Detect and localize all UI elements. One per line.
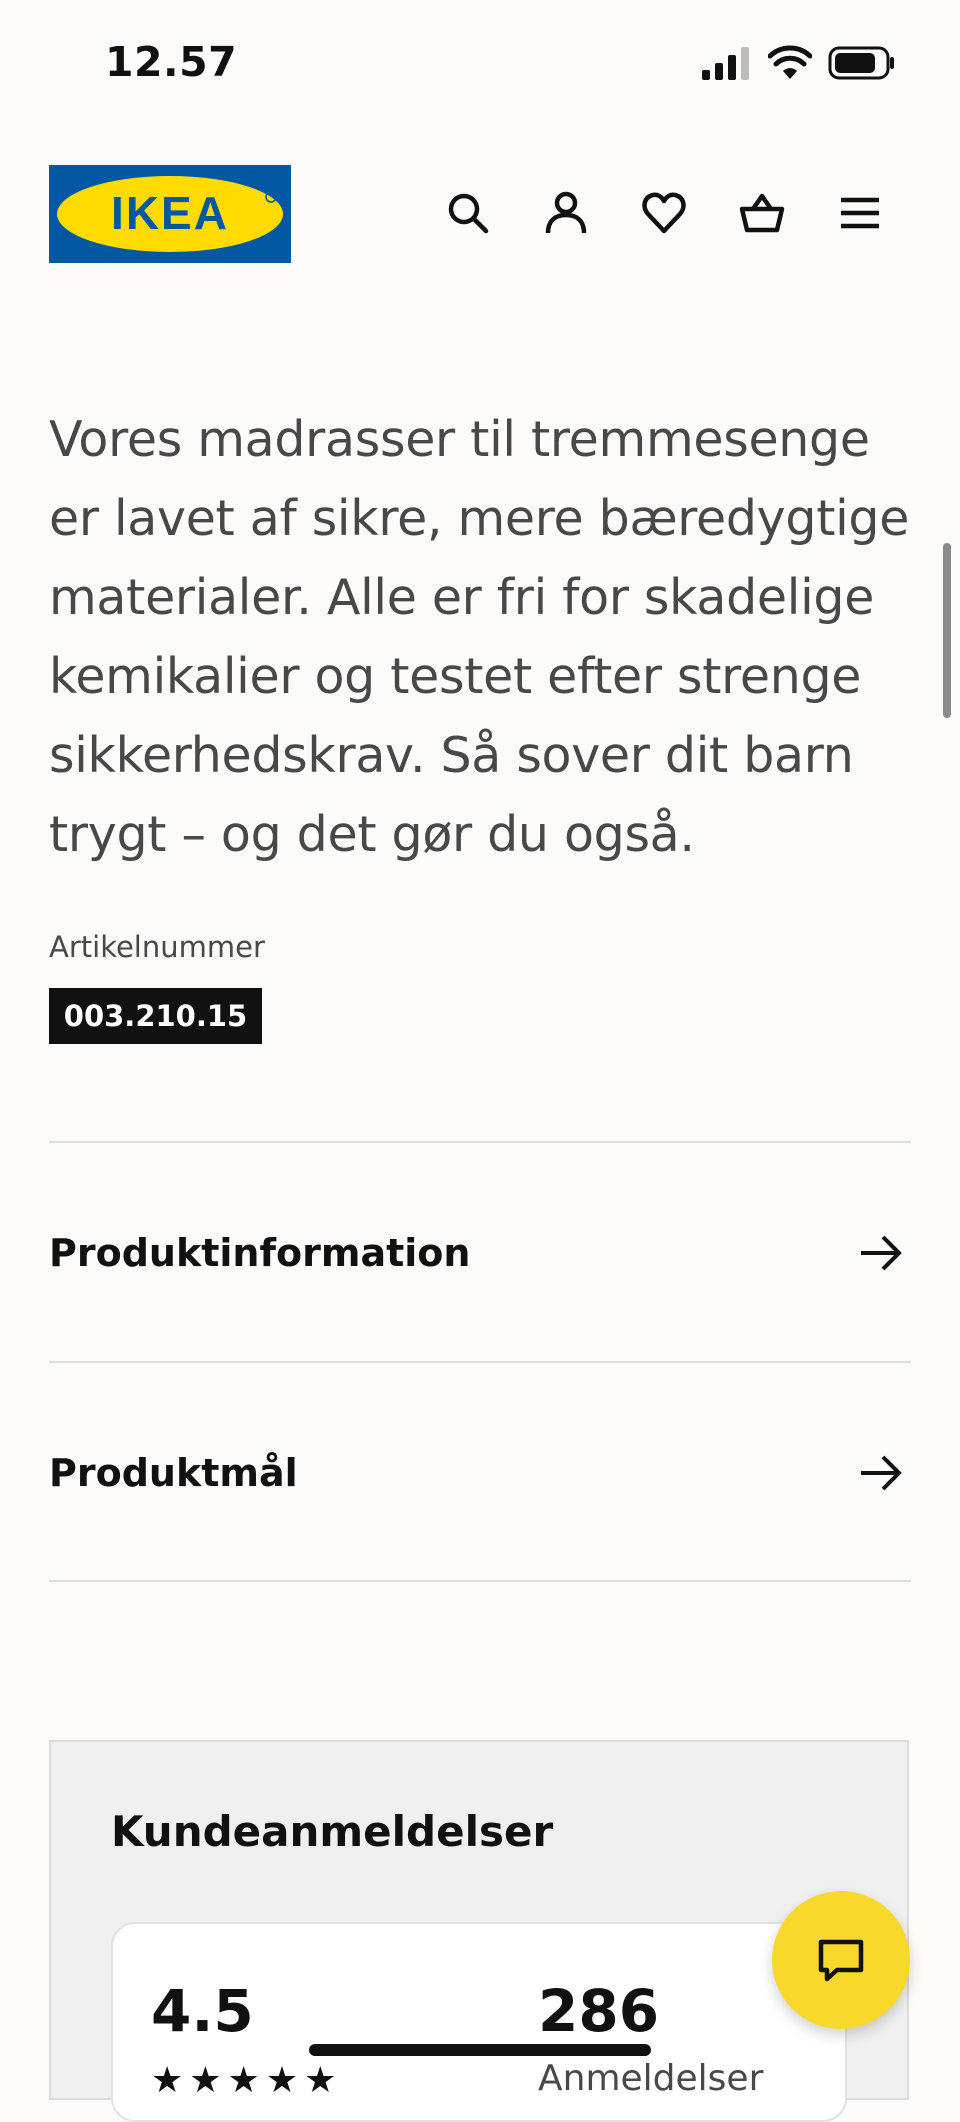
accordion-product-dimensions[interactable]: Produktmål [49, 1365, 911, 1581]
chat-bubble-icon [818, 1939, 864, 1982]
search-icon[interactable] [438, 183, 498, 243]
heart-icon[interactable] [634, 183, 694, 243]
battery-icon [828, 46, 894, 80]
average-rating: 4.5 [151, 1977, 254, 2045]
accordion-label: Produktmål [49, 1451, 298, 1495]
divider [49, 1141, 911, 1143]
ikea-logo-text: IKEA [111, 187, 229, 239]
review-count-label: Anmeldelser [538, 2058, 764, 2099]
home-indicator[interactable] [309, 2044, 651, 2056]
rating-stars: ★★★★★ [151, 2060, 343, 2101]
article-number-badge: 003.210.15 [49, 988, 262, 1044]
accordion-label: Produktinformation [49, 1231, 471, 1275]
account-icon[interactable] [536, 183, 596, 243]
divider [49, 1580, 911, 1582]
wifi-icon [768, 45, 812, 79]
review-count: 286 [538, 1977, 660, 2045]
ikea-logo[interactable]: IKEA [49, 165, 291, 263]
reviews-title: Kundeanmeldelser [111, 1807, 554, 1856]
status-time: 12.57 [105, 38, 238, 86]
arrow-right-icon [861, 1235, 902, 1271]
scrollbar[interactable] [943, 543, 951, 718]
product-description: Vores madrasser til tremmesenge er lavet… [49, 411, 910, 863]
chat-button[interactable] [772, 1891, 910, 2029]
menu-icon[interactable] [830, 183, 890, 243]
accordion-product-information[interactable]: Produktinformation [49, 1145, 911, 1361]
cellular-signal-icon [702, 47, 749, 80]
arrow-right-icon [861, 1455, 902, 1491]
divider [49, 1361, 911, 1363]
basket-icon[interactable] [732, 183, 792, 243]
article-number-label: Artikelnummer [49, 930, 265, 964]
